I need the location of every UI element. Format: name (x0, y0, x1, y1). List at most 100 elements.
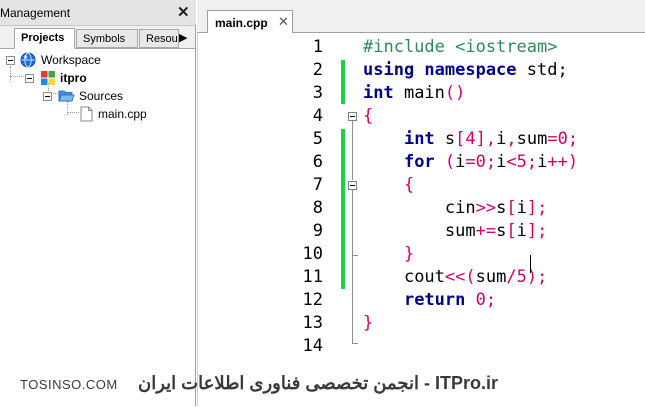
code-line[interactable]: } (363, 313, 373, 333)
change-marker (341, 60, 345, 104)
code-token: } (403, 244, 415, 264)
code-token: std; (516, 60, 568, 80)
management-panel: Management ✕ Projects Symbols Resou ▶ Wo… (0, 0, 196, 407)
code-line[interactable]: int main() (363, 83, 465, 103)
fold-icon[interactable] (348, 181, 357, 190)
file-label: main.cpp (98, 107, 147, 121)
project-tree: Workspace itpro Sources main.cpp (0, 48, 195, 407)
line-number: 14 (302, 336, 323, 356)
tree-item-main-cpp[interactable]: main.cpp (0, 106, 195, 122)
folder-open-icon (58, 90, 75, 102)
watermark: TOSINSO.COM انجمن تخصصی فناوری اطلاعات ا… (0, 365, 645, 403)
code-line[interactable]: { (363, 106, 373, 126)
line-number: 10 (302, 244, 323, 264)
code-token: i (455, 152, 466, 172)
code-editor[interactable]: 1 2 3 4 5 6 7 8 9 10 11 12 13 14 #include <iostream> u… (197, 33, 645, 406)
code-line[interactable]: } (363, 244, 414, 264)
code-token: using namespace (363, 60, 517, 80)
collapse-icon[interactable] (25, 74, 34, 83)
code-token: ; (526, 152, 538, 172)
code-line[interactable]: for (i=0;i<5;i++) (363, 152, 578, 172)
code-token: < (506, 152, 517, 172)
code-token: [ (506, 198, 517, 218)
code-token: } (363, 313, 374, 333)
line-number: 3 (312, 83, 323, 103)
editor-tab-label: main.cpp (215, 16, 268, 30)
code-token: { (403, 175, 415, 195)
tab-projects[interactable]: Projects (14, 28, 75, 49)
code-token: sum (444, 221, 476, 241)
line-number: 8 (312, 198, 323, 218)
code-token: i (516, 198, 527, 218)
management-title: Management (0, 6, 71, 20)
tab-resources[interactable]: Resou (139, 29, 179, 48)
editor-left-border (197, 33, 198, 406)
code-token: for (403, 152, 435, 172)
code-line[interactable]: return 0; (363, 290, 496, 310)
editor-tab-main-cpp[interactable]: main.cpp ✕ (207, 10, 293, 33)
tabs-scroll-right-icon[interactable]: ▶ (179, 31, 187, 44)
tree-item-project[interactable]: itpro (0, 70, 195, 86)
code-token: ]; (526, 198, 548, 218)
code-token: cout (403, 267, 445, 287)
code-token: ++) (547, 152, 579, 172)
code-token: int (403, 129, 435, 149)
code-token: sum (516, 129, 548, 149)
collapse-icon[interactable] (43, 92, 52, 101)
code-token: ; (485, 152, 497, 172)
collapse-icon[interactable] (6, 56, 15, 65)
fold-icon[interactable] (348, 112, 357, 121)
line-number: 4 (312, 106, 323, 126)
code-token: main (393, 83, 445, 103)
text-caret (530, 255, 531, 273)
code-token: ; (567, 129, 579, 149)
code-line[interactable]: sum+=s[i]; (363, 221, 547, 241)
code-line[interactable]: #include <iostream> (363, 37, 557, 57)
tree-item-workspace[interactable]: Workspace (0, 52, 195, 68)
code-line[interactable]: cout<<(sum/5); (363, 267, 547, 287)
tab-symbols[interactable]: Symbols (76, 29, 138, 48)
code-token: { (363, 106, 374, 126)
code-token: i (496, 152, 507, 172)
close-icon[interactable]: ✕ (177, 3, 190, 21)
line-number: 6 (312, 152, 323, 172)
code-token: () (444, 83, 466, 103)
code-line[interactable]: { (363, 175, 414, 195)
project-label: itpro (60, 71, 87, 85)
code-token: += (475, 221, 497, 241)
code-token: 0 (475, 290, 486, 310)
code-token: ], (475, 129, 497, 149)
workspace-label: Workspace (41, 53, 101, 67)
code-token: ( (434, 152, 456, 172)
line-number: 7 (312, 175, 323, 195)
code-token: , (506, 129, 517, 149)
fold-guide (352, 190, 353, 255)
code-token: return (403, 290, 466, 310)
code-line[interactable]: using namespace std; (363, 60, 568, 80)
tree-item-sources[interactable]: Sources (0, 88, 195, 104)
code-line[interactable]: int s[4],i,sum=0; (363, 129, 578, 149)
close-icon[interactable]: ✕ (278, 14, 289, 30)
project-icon (41, 71, 55, 85)
sources-label: Sources (79, 89, 124, 103)
line-number: 1 (312, 37, 323, 57)
management-title-bar: Management ✕ (0, 0, 196, 26)
code-token: = (465, 152, 476, 172)
code-token: sum (475, 267, 507, 287)
line-number: 2 (312, 60, 323, 80)
code-token: ; (485, 290, 497, 310)
file-icon (80, 106, 93, 122)
code-token: 5 (516, 152, 527, 172)
code-line[interactable]: cin>>s[i]; (363, 198, 547, 218)
workspace-globe-icon (20, 52, 36, 68)
code-token: s (434, 129, 456, 149)
code-token: s (496, 221, 507, 241)
code-token: 4 (465, 129, 476, 149)
